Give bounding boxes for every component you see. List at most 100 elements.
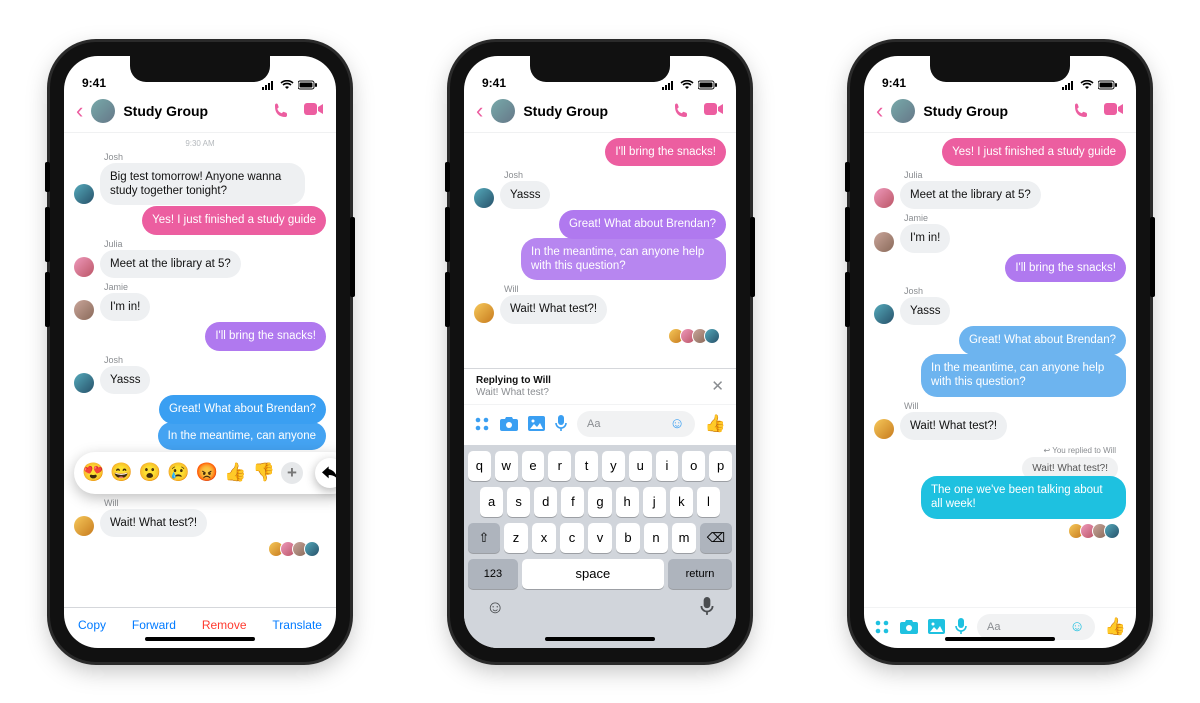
bubble[interactable]: I'm in! [100, 293, 150, 321]
close-reply-button[interactable]: ✕ [711, 377, 724, 395]
back-button[interactable]: ‹ [476, 98, 483, 124]
mic-icon[interactable] [555, 415, 567, 432]
key-o[interactable]: o [682, 451, 705, 481]
keyboard[interactable]: qwertyuiop asdfghjkl ⇧zxcvbnm⌫ 123 space… [464, 445, 736, 648]
key-⇧[interactable]: ⇧ [468, 523, 500, 553]
message-input[interactable]: Aa ☺ [577, 411, 695, 437]
message-out[interactable]: I'll bring the snacks! [474, 138, 726, 166]
message-out[interactable]: I'll bring the snacks! [874, 254, 1126, 282]
key-h[interactable]: h [616, 487, 639, 517]
message-in[interactable]: I'm in! [874, 224, 1126, 252]
apps-icon[interactable] [874, 619, 890, 635]
apps-icon[interactable] [474, 416, 490, 432]
message-in[interactable]: Yasss [474, 181, 726, 209]
camera-icon[interactable] [900, 619, 918, 634]
bubble[interactable]: In the meantime, can anyone help with th… [521, 238, 726, 281]
bubble[interactable]: Yasss [500, 181, 550, 209]
message-out[interactable]: Yes! I just finished a study guide [874, 138, 1126, 166]
bubble[interactable]: Wait! What test?! [900, 412, 1007, 440]
chat-title[interactable]: Study Group [923, 103, 1064, 119]
voice-call-button[interactable] [1072, 102, 1090, 120]
key-z[interactable]: z [504, 523, 528, 553]
bubble[interactable]: Yasss [100, 366, 150, 394]
bubble[interactable]: In the meantime, can anyone [158, 422, 326, 450]
message-out[interactable]: In the meantime, can anyone help with th… [474, 238, 726, 281]
reaction-heart-eyes[interactable]: 😍 [82, 462, 104, 483]
message-out[interactable]: Yes! I just finished a study guide [74, 206, 326, 234]
message-out[interactable]: Great! What about Brendan? [474, 210, 726, 238]
reaction-sad[interactable]: 😢 [167, 462, 189, 483]
bubble[interactable]: Yes! I just finished a study guide [942, 138, 1126, 166]
avatar-julia[interactable] [874, 188, 894, 208]
avatar-josh[interactable] [874, 304, 894, 324]
message-in[interactable]: I'm in! [74, 293, 326, 321]
voice-call-button[interactable] [272, 102, 290, 120]
mic-icon[interactable] [955, 618, 967, 635]
copy-button[interactable]: Copy [78, 618, 106, 632]
emoji-icon[interactable]: ☺ [1070, 618, 1085, 635]
bubble[interactable]: Great! What about Brendan? [559, 210, 726, 238]
message-in[interactable]: Wait! What test?! [74, 509, 326, 537]
key-123[interactable]: 123 [468, 559, 518, 589]
gallery-icon[interactable] [928, 619, 945, 634]
message-in[interactable]: Big test tomorrow! Anyone wanna study to… [74, 163, 326, 206]
thumbs-up-icon[interactable]: 👍 [705, 414, 726, 434]
message-out[interactable]: In the meantime, can anyone help with th… [874, 354, 1126, 397]
emoji-icon[interactable]: ☺ [670, 415, 685, 432]
bubble[interactable]: Great! What about Brendan? [959, 326, 1126, 354]
group-avatar[interactable] [891, 99, 915, 123]
key-m[interactable]: m [672, 523, 696, 553]
bubble[interactable]: Great! What about Brendan? [159, 395, 326, 423]
bubble[interactable]: I'll bring the snacks! [1005, 254, 1126, 282]
bubble[interactable]: I'm in! [900, 224, 950, 252]
camera-icon[interactable] [500, 416, 518, 431]
key-f[interactable]: f [561, 487, 584, 517]
key-i[interactable]: i [656, 451, 679, 481]
gallery-icon[interactable] [528, 416, 545, 431]
bubble[interactable]: Meet at the library at 5? [100, 250, 241, 278]
key-g[interactable]: g [588, 487, 611, 517]
message-in[interactable]: Yasss [874, 297, 1126, 325]
reaction-more-button[interactable]: + [281, 462, 303, 484]
key-q[interactable]: q [468, 451, 491, 481]
reaction-wow[interactable]: 😮 [139, 462, 161, 483]
key-r[interactable]: r [548, 451, 571, 481]
reaction-thumbs-down[interactable]: 👎 [253, 462, 275, 483]
chat-title[interactable]: Study Group [123, 103, 264, 119]
key-k[interactable]: k [670, 487, 693, 517]
bubble[interactable]: Yasss [900, 297, 950, 325]
home-indicator[interactable] [545, 637, 655, 641]
avatar-josh[interactable] [74, 373, 94, 393]
key-return[interactable]: return [668, 559, 732, 589]
avatar-jamie[interactable] [874, 232, 894, 252]
key-⌫[interactable]: ⌫ [700, 523, 732, 553]
key-d[interactable]: d [534, 487, 557, 517]
avatar-josh[interactable] [474, 188, 494, 208]
avatar-josh[interactable] [74, 184, 94, 204]
bubble[interactable]: Yes! I just finished a study guide [142, 206, 326, 234]
bubble[interactable]: Meet at the library at 5? [900, 181, 1041, 209]
avatar-will[interactable] [474, 303, 494, 323]
reaction-thumbs-up[interactable]: 👍 [224, 462, 246, 483]
chat-title[interactable]: Study Group [523, 103, 664, 119]
video-call-button[interactable] [704, 102, 724, 120]
message-in[interactable]: Meet at the library at 5? [74, 250, 326, 278]
conversation[interactable]: 9:30 AM Josh Big test tomorrow! Anyone w… [64, 133, 336, 607]
forward-button[interactable]: Forward [132, 618, 176, 632]
key-v[interactable]: v [588, 523, 612, 553]
reaction-laugh[interactable]: 😄 [110, 462, 132, 483]
bubble[interactable]: Wait! What test?! [100, 509, 207, 537]
key-n[interactable]: n [644, 523, 668, 553]
bubble[interactable]: I'll bring the snacks! [205, 322, 326, 350]
remove-button[interactable]: Remove [202, 618, 247, 632]
key-a[interactable]: a [480, 487, 503, 517]
key-y[interactable]: y [602, 451, 625, 481]
message-out[interactable]: In the meantime, can anyone [74, 422, 326, 450]
key-j[interactable]: j [643, 487, 666, 517]
message-in[interactable]: Yasss [74, 366, 326, 394]
group-avatar[interactable] [491, 99, 515, 123]
key-c[interactable]: c [560, 523, 584, 553]
bubble[interactable]: Wait! What test?! [500, 295, 607, 323]
message-out[interactable]: The one we've been talking about all wee… [874, 476, 1126, 519]
reply-button[interactable] [315, 458, 336, 488]
